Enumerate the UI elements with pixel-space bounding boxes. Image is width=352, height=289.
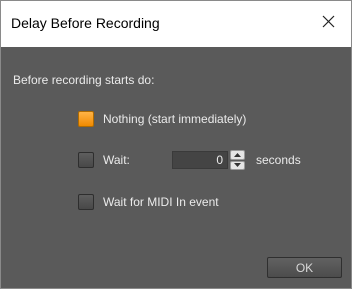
delay-before-recording-dialog: Delay Before Recording Before recording … bbox=[0, 0, 352, 289]
option-wait-label: Wait: bbox=[103, 153, 130, 167]
dialog-body: Before recording starts do: Nothing (sta… bbox=[1, 47, 351, 288]
window-title: Delay Before Recording bbox=[11, 15, 160, 31]
title-bar: Delay Before Recording bbox=[1, 1, 351, 47]
option-nothing[interactable]: Nothing (start immediately) bbox=[78, 110, 246, 128]
wait-seconds-spinner[interactable] bbox=[230, 150, 245, 170]
seconds-label: seconds bbox=[256, 153, 301, 167]
prompt-label: Before recording starts do: bbox=[13, 73, 155, 87]
option-wait-midi[interactable]: Wait for MIDI In event bbox=[78, 193, 219, 211]
close-icon bbox=[322, 15, 334, 27]
ok-button[interactable]: OK bbox=[267, 257, 342, 278]
option-wait[interactable]: Wait: bbox=[78, 151, 130, 169]
increment-button[interactable] bbox=[230, 150, 245, 160]
wait-seconds-input[interactable]: 0 bbox=[172, 151, 228, 169]
arrow-down-icon bbox=[234, 163, 241, 168]
checkbox-wait[interactable] bbox=[78, 152, 94, 168]
checkbox-nothing[interactable] bbox=[78, 111, 94, 127]
checkbox-wait-midi[interactable] bbox=[78, 194, 94, 210]
decrement-button[interactable] bbox=[230, 160, 245, 170]
option-nothing-label: Nothing (start immediately) bbox=[103, 112, 247, 126]
option-wait-midi-label: Wait for MIDI In event bbox=[103, 195, 219, 209]
arrow-up-icon bbox=[234, 152, 241, 157]
close-button[interactable] bbox=[305, 1, 351, 41]
